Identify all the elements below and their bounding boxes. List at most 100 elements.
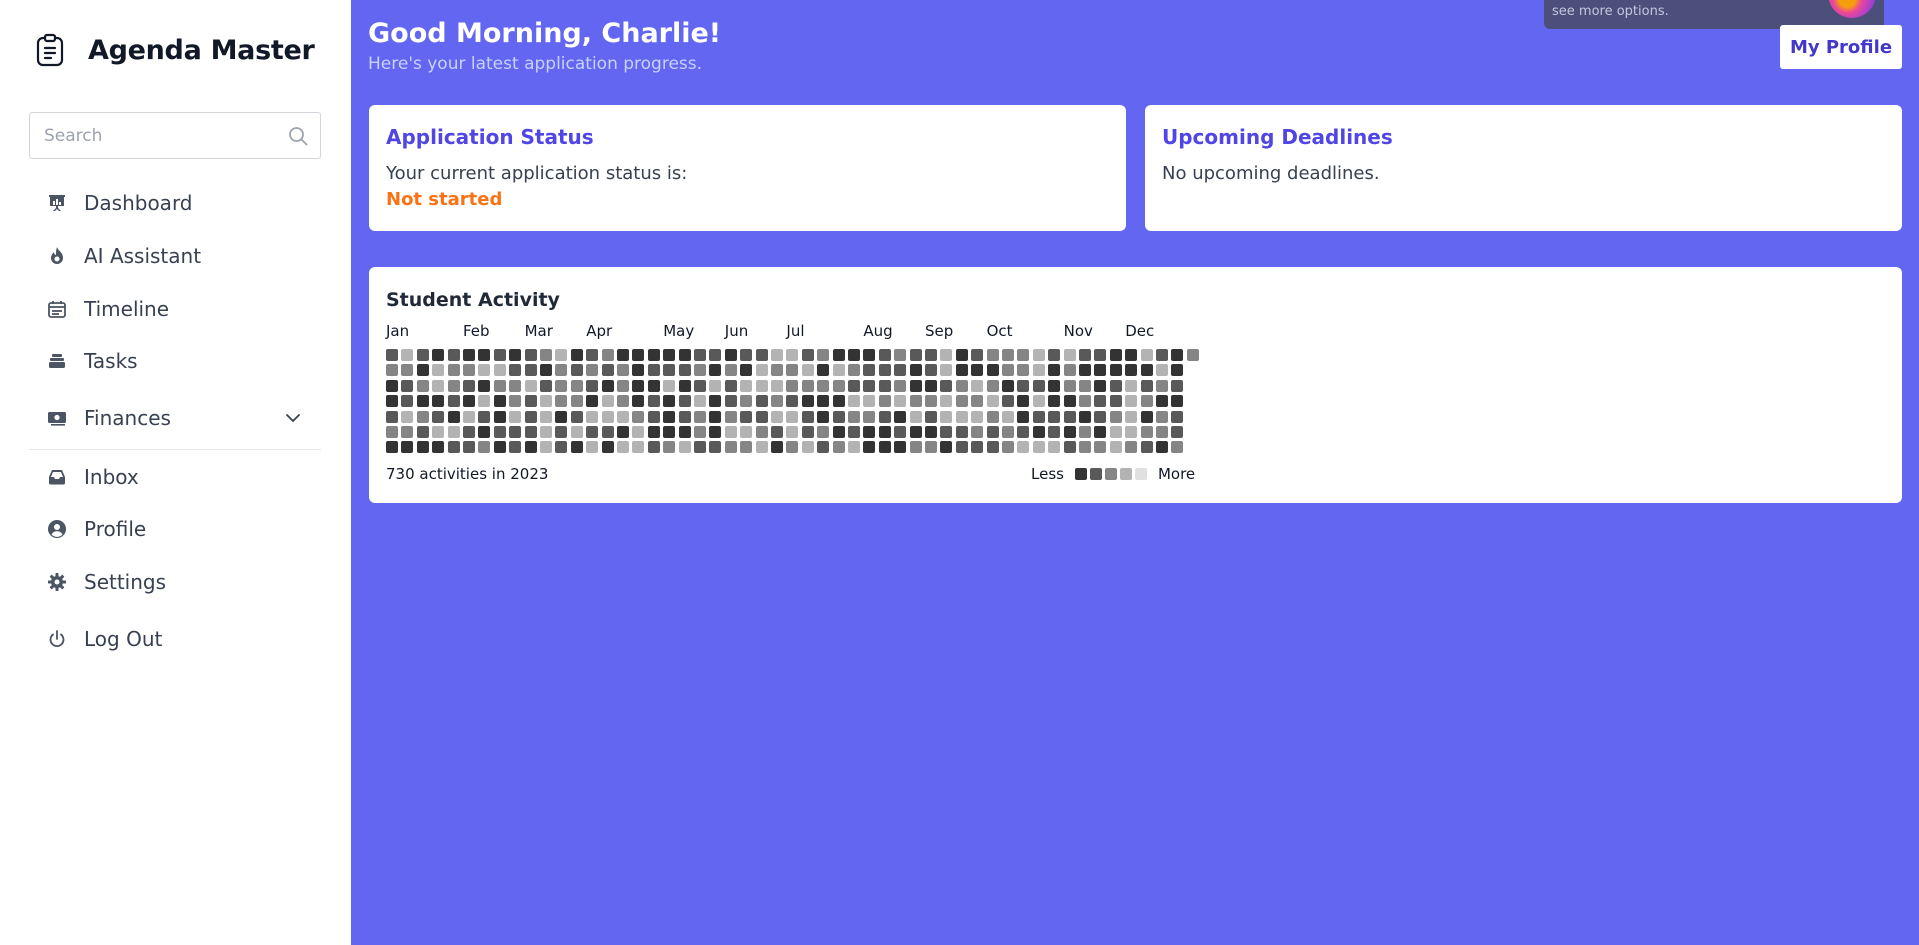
activity-cell[interactable]: [401, 395, 414, 408]
activity-cell[interactable]: [1125, 379, 1138, 392]
activity-cell[interactable]: [1002, 379, 1014, 392]
activity-cell[interactable]: [509, 441, 522, 454]
activity-cell[interactable]: [432, 395, 445, 408]
activity-cell[interactable]: [848, 364, 860, 377]
search-icon[interactable]: [288, 126, 308, 146]
activity-cell[interactable]: [386, 410, 398, 423]
activity-cell[interactable]: [955, 395, 968, 408]
activity-cell[interactable]: [1063, 364, 1076, 377]
activity-cell[interactable]: [694, 395, 706, 408]
activity-cell[interactable]: [663, 426, 676, 438]
activity-cell[interactable]: [848, 410, 860, 423]
activity-cell[interactable]: [1140, 395, 1153, 408]
activity-cell[interactable]: [755, 364, 768, 377]
activity-cell[interactable]: [1048, 441, 1061, 454]
activity-cell[interactable]: [740, 349, 753, 361]
activity-cell[interactable]: [1002, 349, 1014, 361]
activity-cell[interactable]: [509, 364, 522, 377]
activity-cell[interactable]: [832, 410, 845, 423]
activity-cell[interactable]: [694, 441, 706, 454]
activity-cell[interactable]: [832, 364, 845, 377]
activity-cell[interactable]: [694, 349, 706, 361]
activity-cell[interactable]: [1171, 441, 1184, 454]
activity-cell[interactable]: [1017, 395, 1030, 408]
activity-cell[interactable]: [1156, 364, 1168, 377]
activity-cell[interactable]: [909, 410, 922, 423]
activity-cell[interactable]: [463, 349, 475, 361]
activity-cell[interactable]: [1079, 379, 1091, 392]
activity-cell[interactable]: [401, 410, 414, 423]
sidebar-item-settings[interactable]: Settings: [29, 562, 321, 602]
activity-cell[interactable]: [447, 349, 460, 361]
activity-cell[interactable]: [401, 349, 414, 361]
activity-cell[interactable]: [801, 379, 814, 392]
activity-cell[interactable]: [416, 395, 429, 408]
activity-cell[interactable]: [1125, 410, 1138, 423]
activity-cell[interactable]: [617, 379, 629, 392]
activity-cell[interactable]: [740, 364, 753, 377]
activity-cell[interactable]: [478, 441, 491, 454]
activity-cell[interactable]: [1186, 349, 1199, 361]
activity-cell[interactable]: [1171, 426, 1184, 438]
activity-cell[interactable]: [617, 364, 629, 377]
activity-cell[interactable]: [1002, 395, 1014, 408]
activity-cell[interactable]: [1125, 364, 1138, 377]
activity-cell[interactable]: [755, 349, 768, 361]
activity-cell[interactable]: [940, 395, 953, 408]
activity-cell[interactable]: [555, 426, 568, 438]
activity-cell[interactable]: [1063, 410, 1076, 423]
activity-cell[interactable]: [463, 441, 475, 454]
activity-cell[interactable]: [432, 441, 445, 454]
activity-cell[interactable]: [724, 426, 737, 438]
activity-cell[interactable]: [540, 410, 552, 423]
activity-cell[interactable]: [386, 395, 398, 408]
activity-cell[interactable]: [570, 364, 583, 377]
activity-cell[interactable]: [878, 395, 891, 408]
activity-cell[interactable]: [416, 379, 429, 392]
activity-cell[interactable]: [1140, 441, 1153, 454]
activity-cell[interactable]: [678, 349, 691, 361]
activity-cell[interactable]: [540, 426, 552, 438]
activity-cell[interactable]: [786, 410, 799, 423]
activity-cell[interactable]: [971, 349, 984, 361]
activity-cell[interactable]: [586, 364, 599, 377]
activity-cell[interactable]: [986, 364, 999, 377]
activity-cell[interactable]: [416, 349, 429, 361]
activity-cell[interactable]: [925, 441, 937, 454]
activity-cell[interactable]: [1171, 410, 1184, 423]
activity-cell[interactable]: [493, 379, 506, 392]
activity-cell[interactable]: [986, 349, 999, 361]
sidebar-item-profile[interactable]: Profile: [29, 509, 321, 549]
activity-cell[interactable]: [678, 364, 691, 377]
activity-cell[interactable]: [632, 410, 645, 423]
activity-cell[interactable]: [755, 441, 768, 454]
activity-cell[interactable]: [555, 441, 568, 454]
sidebar-item-timeline[interactable]: Timeline: [29, 289, 321, 329]
activity-cell[interactable]: [1094, 395, 1107, 408]
activity-cell[interactable]: [909, 441, 922, 454]
activity-cell[interactable]: [694, 364, 706, 377]
activity-cell[interactable]: [601, 349, 614, 361]
my-profile-button[interactable]: My Profile: [1780, 25, 1902, 69]
activity-cell[interactable]: [801, 441, 814, 454]
activity-cell[interactable]: [570, 441, 583, 454]
activity-cell[interactable]: [524, 441, 537, 454]
activity-cell[interactable]: [817, 410, 830, 423]
activity-cell[interactable]: [509, 349, 522, 361]
activity-cell[interactable]: [755, 426, 768, 438]
activity-cell[interactable]: [1032, 410, 1045, 423]
activity-cell[interactable]: [1125, 395, 1138, 408]
activity-cell[interactable]: [894, 441, 907, 454]
activity-cell[interactable]: [694, 410, 706, 423]
activity-cell[interactable]: [663, 395, 676, 408]
activity-cell[interactable]: [909, 395, 922, 408]
activity-cell[interactable]: [386, 379, 398, 392]
activity-cell[interactable]: [540, 349, 552, 361]
activity-cell[interactable]: [1002, 426, 1014, 438]
activity-cell[interactable]: [447, 395, 460, 408]
activity-cell[interactable]: [878, 379, 891, 392]
activity-cell[interactable]: [586, 379, 599, 392]
activity-cell[interactable]: [940, 410, 953, 423]
sidebar-item-finances[interactable]: Finances: [29, 398, 321, 438]
activity-cell[interactable]: [447, 410, 460, 423]
